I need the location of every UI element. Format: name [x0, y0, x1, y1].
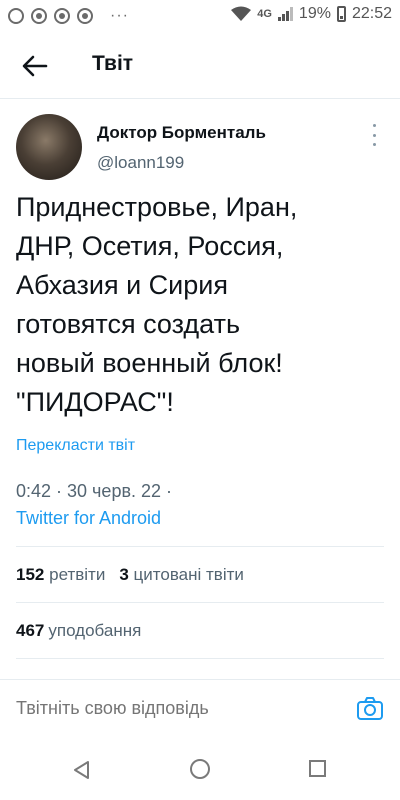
quotes-label: цитовані твіти — [133, 565, 244, 584]
notification-icon — [8, 8, 24, 24]
nav-home-button[interactable] — [190, 759, 210, 779]
divider — [16, 546, 384, 547]
nav-back-button[interactable] — [72, 760, 92, 780]
status-bar: ··· 4G 19% 22:52 — [0, 0, 400, 34]
chrome-icon — [31, 8, 47, 24]
network-type: 4G — [257, 8, 272, 20]
likes-link[interactable]: 467 уподобання — [16, 621, 141, 641]
likes-count: 467 — [16, 621, 45, 640]
more-options-button[interactable] — [366, 124, 382, 146]
arrow-left-icon — [22, 55, 48, 77]
avatar[interactable] — [16, 114, 82, 180]
chrome-icon — [54, 8, 70, 24]
retweets-link[interactable]: 152 ретвіти — [16, 565, 105, 585]
quotes-link[interactable]: 3 цитовані твіти — [119, 565, 244, 585]
signal-icon — [277, 7, 293, 21]
page-title: Твіт — [92, 52, 134, 75]
divider — [16, 602, 384, 603]
retweets-count: 152 — [16, 565, 45, 584]
battery-icon — [336, 6, 346, 22]
more-vertical-icon — [372, 124, 376, 127]
reply-input[interactable] — [16, 698, 336, 719]
retweet-stats: 152 ретвіти 3 цитовані твіти — [16, 565, 244, 585]
quotes-count: 3 — [119, 565, 129, 584]
author-handle[interactable]: @loann199 — [97, 153, 184, 173]
system-nav-bar — [0, 741, 400, 800]
battery-percent: 19% — [298, 5, 331, 22]
camera-icon — [357, 697, 383, 720]
tweet-text: Приднестровье, Иран, ДНР, Осетия, Россия… — [16, 192, 298, 417]
notification-icons: ··· — [8, 7, 129, 25]
clock: 22:52 — [351, 5, 392, 22]
chrome-icon — [77, 8, 93, 24]
likes-label: уподобання — [48, 621, 142, 640]
back-button[interactable] — [20, 52, 50, 80]
author-name[interactable]: Доктор Борменталь — [97, 123, 266, 143]
translate-tweet-link[interactable]: Перекласти твіт — [16, 437, 135, 455]
nav-recents-button[interactable] — [309, 760, 326, 777]
retweets-label: ретвіти — [49, 565, 106, 584]
more-notifications-icon: ··· — [110, 7, 129, 24]
wifi-icon — [231, 6, 252, 21]
tweet-source-link[interactable]: Twitter for Android — [16, 508, 161, 529]
reply-bar — [0, 679, 400, 743]
app-header: Твіт — [0, 34, 400, 99]
camera-button[interactable] — [356, 695, 384, 723]
system-indicators: 4G 19% 22:52 — [231, 5, 392, 23]
divider — [16, 658, 384, 659]
tweet-timestamp[interactable]: 0:42 · 30 черв. 22 · — [16, 481, 172, 502]
